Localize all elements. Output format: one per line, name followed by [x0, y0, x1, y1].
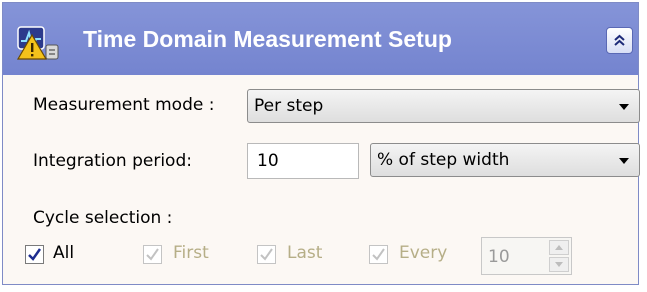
measurement-setup-panel: Time Domain Measurement Setup Measuremen… — [2, 2, 640, 285]
double-chevron-up-icon — [614, 34, 625, 46]
integration-period-input[interactable]: 10 — [247, 143, 359, 179]
measurement-mode-label: Measurement mode : — [33, 95, 215, 115]
every-cycle-value: 10 — [488, 247, 510, 267]
checkbox-first[interactable] — [143, 245, 162, 264]
measurement-mode-select[interactable]: Per step — [247, 89, 640, 123]
panel-header: Time Domain Measurement Setup — [3, 3, 638, 75]
measurement-mode-value: Per step — [254, 96, 324, 116]
checkbox-all-label: All — [53, 243, 75, 263]
checkbox-last[interactable] — [257, 245, 276, 264]
panel-body: Measurement mode : Per step Integration … — [3, 75, 640, 284]
cycle-selection-label: Cycle selection : — [33, 208, 173, 228]
spinner-down-button[interactable] — [549, 257, 569, 272]
panel-title: Time Domain Measurement Setup — [83, 26, 452, 52]
checkbox-every-label: Every — [399, 243, 448, 263]
integration-unit-select[interactable]: % of step width — [370, 143, 640, 177]
integration-period-label: Integration period: — [33, 151, 192, 171]
checkbox-last-label: Last — [287, 243, 323, 263]
checkmark-icon — [260, 248, 273, 261]
checkbox-every[interactable] — [369, 245, 388, 264]
chevron-down-icon — [619, 158, 629, 164]
checkmark-icon — [28, 248, 42, 261]
checkmark-icon — [372, 248, 385, 261]
every-cycle-spinner[interactable]: 10 — [481, 237, 572, 275]
integration-unit-value: % of step width — [377, 150, 510, 170]
checkmark-icon — [146, 248, 159, 261]
checkbox-first-label: First — [173, 243, 209, 263]
oscilloscope-warning-icon — [16, 26, 59, 60]
collapse-button[interactable] — [606, 27, 633, 54]
spinner-up-button[interactable] — [549, 240, 569, 255]
checkbox-all[interactable] — [25, 245, 44, 264]
arrow-down-icon — [555, 262, 563, 267]
chevron-down-icon — [619, 104, 629, 110]
arrow-up-icon — [555, 245, 563, 250]
